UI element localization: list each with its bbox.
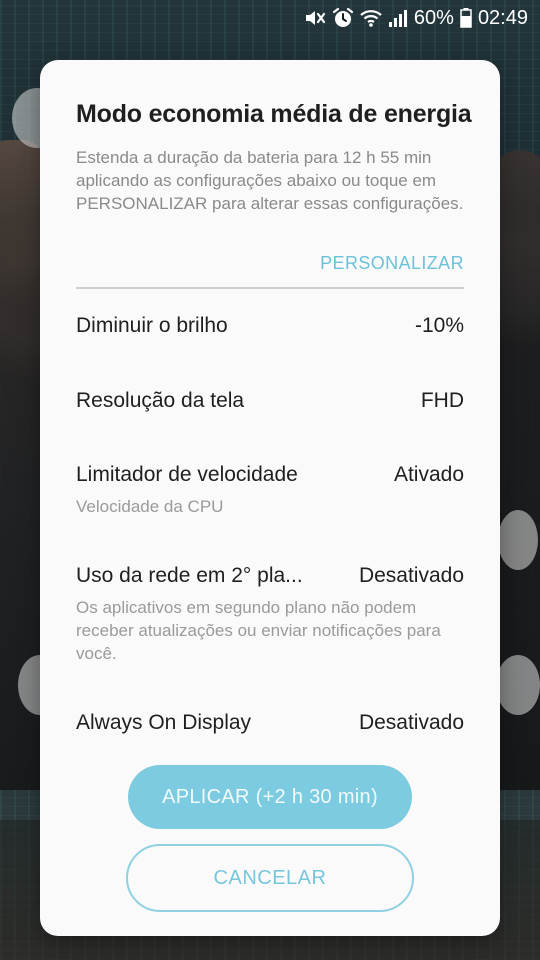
setting-label: Diminuir o brilho	[76, 314, 228, 337]
dialog-title: Modo economia média de energia	[76, 100, 472, 128]
battery-percent: 60%	[413, 6, 454, 29]
setting-background-network: Uso da rede em 2° pla... Desativado Os a…	[76, 564, 464, 665]
setting-label: Limitador de velocidade	[76, 463, 298, 486]
battery-icon	[460, 8, 472, 28]
background-app-icon	[496, 655, 540, 715]
signal-icon	[388, 8, 408, 28]
setting-value: Desativado	[358, 564, 464, 587]
wifi-icon	[360, 8, 382, 28]
setting-subtitle: Os aplicativos em segundo plano não pode…	[76, 598, 441, 663]
background-app-icon	[498, 510, 538, 570]
dialog-description: Estenda a duração da bateria para 12 h 5…	[76, 148, 464, 213]
setting-cpu-limiter: Limitador de velocidade Ativado Velocida…	[76, 463, 464, 518]
setting-always-on-display: Always On Display Desativado	[76, 711, 464, 735]
customize-button[interactable]: PERSONALIZAR	[320, 253, 464, 274]
alarm-icon	[332, 7, 354, 29]
setting-screen-resolution: Resolução da tela FHD	[76, 389, 464, 413]
setting-label: Always On Display	[76, 711, 252, 734]
clock: 02:49	[477, 6, 528, 29]
setting-label: Resolução da tela	[76, 389, 245, 412]
mute-icon	[304, 8, 326, 28]
status-bar: 60% 02:49	[0, 0, 540, 36]
setting-value: Ativado	[393, 463, 464, 486]
setting-value: FHD	[420, 389, 464, 412]
setting-label: Uso da rede em 2° pla...	[76, 564, 303, 587]
apply-button[interactable]: APLICAR (+2 h 30 min)	[128, 765, 412, 829]
setting-subtitle: Velocidade da CPU	[76, 497, 224, 516]
cancel-button[interactable]: CANCELAR	[126, 844, 414, 912]
divider	[76, 287, 464, 289]
setting-brightness: Diminuir o brilho -10%	[76, 314, 464, 338]
setting-value: -10%	[414, 314, 464, 337]
power-saving-dialog: Modo economia média de energia Estenda a…	[40, 60, 500, 936]
setting-value: Desativado	[358, 711, 464, 734]
